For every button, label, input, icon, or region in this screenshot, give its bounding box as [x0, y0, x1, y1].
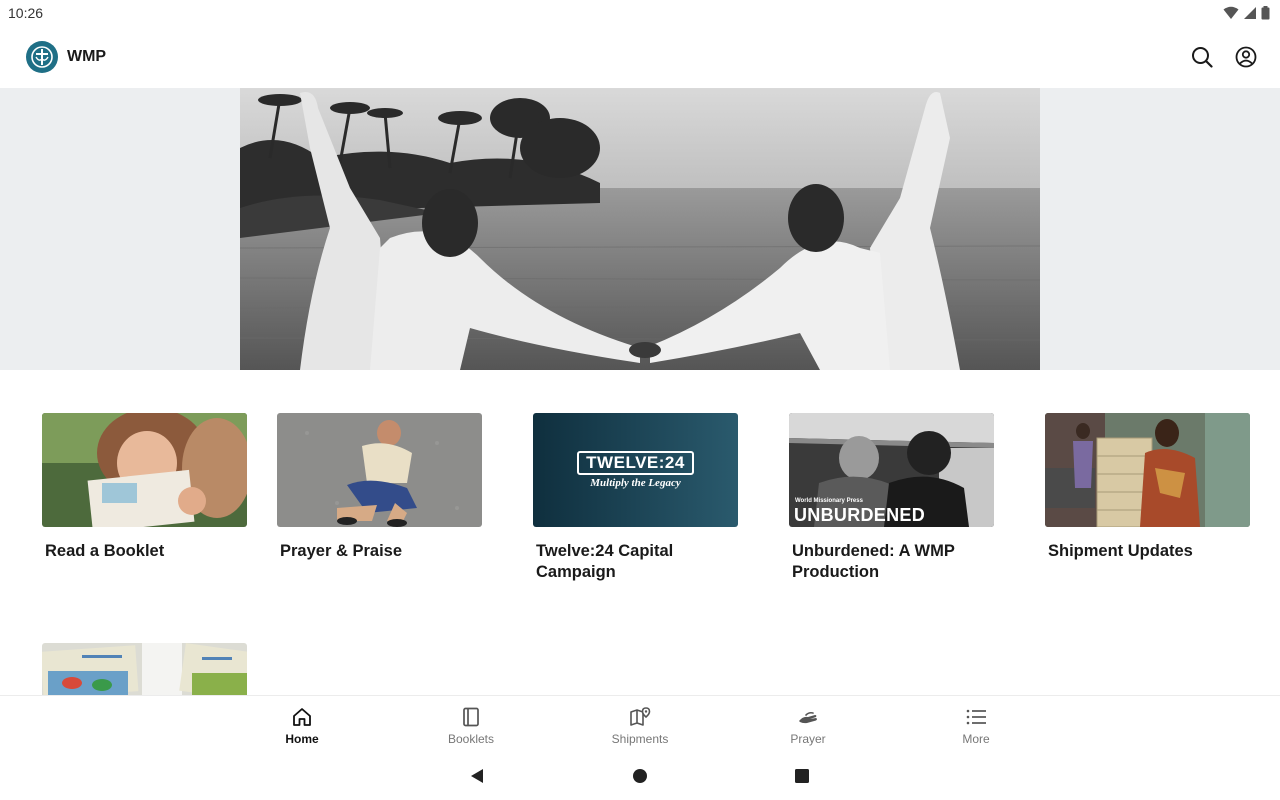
- brand-name: WMP: [67, 48, 107, 65]
- account-button[interactable]: [1234, 45, 1258, 69]
- home-circle-icon: [633, 769, 647, 783]
- prayer-hand-icon: [799, 711, 817, 724]
- nav-more[interactable]: More: [926, 696, 1026, 752]
- system-recents-button[interactable]: [792, 766, 812, 786]
- nav-prayer[interactable]: Prayer: [758, 696, 858, 752]
- bottom-nav: Home Booklets Shipments Prayer More: [0, 695, 1280, 751]
- wifi-icon: [1223, 6, 1239, 19]
- map-pin-icon: [630, 707, 651, 726]
- nav-home[interactable]: Home: [252, 696, 352, 752]
- nav-booklets[interactable]: Booklets: [421, 696, 521, 752]
- twelve24-logo: TWELVE:24: [577, 451, 694, 475]
- nav-label: Shipments: [611, 732, 669, 746]
- unburdened-title: UNBURDENED: [794, 505, 926, 525]
- card-thumbnail: [42, 413, 247, 527]
- home-icon: [293, 708, 311, 726]
- card-title: Shipment Updates: [1048, 542, 1193, 560]
- card-read-booklet[interactable]: Read a Booklet: [42, 413, 247, 562]
- system-back-button[interactable]: [467, 766, 487, 786]
- status-icons: [1223, 6, 1270, 20]
- back-triangle-icon: [471, 769, 483, 783]
- app-bar: WMP: [0, 26, 1280, 88]
- card-prayer-praise[interactable]: Prayer & Praise: [277, 413, 482, 562]
- search-button[interactable]: [1190, 45, 1214, 69]
- status-bar: 10:26: [0, 0, 1280, 26]
- card-title: Read a Booklet: [45, 542, 165, 560]
- wmp-logo-icon: [26, 41, 58, 73]
- card-thumbnail: TWELVE:24 Multiply the Legacy: [533, 413, 738, 527]
- unburdened-subtitle: World Missionary Press: [795, 498, 863, 504]
- card-thumbnail: World Missionary Press UNBURDENED: [789, 413, 994, 527]
- nav-label: Prayer: [790, 732, 826, 746]
- account-icon: [1235, 46, 1257, 68]
- card-unburdened[interactable]: World Missionary Press UNBURDENED Unburd…: [789, 413, 994, 583]
- booklet-icon: [463, 707, 479, 727]
- card-title: Twelve:24 Capital Campaign: [536, 542, 674, 581]
- list-icon: [966, 709, 986, 725]
- card-twelve24[interactable]: TWELVE:24 Multiply the Legacy Twelve:24 …: [533, 413, 738, 583]
- nav-label: Home: [285, 732, 319, 746]
- nav-label: More: [962, 732, 990, 746]
- nav-shipments[interactable]: Shipments: [590, 696, 690, 752]
- card-thumbnail: [42, 643, 247, 695]
- card-title: Unburdened: A WMP Production: [792, 542, 955, 581]
- recents-square-icon: [795, 769, 809, 783]
- nav-label: Booklets: [447, 732, 495, 746]
- card-shipment-updates[interactable]: Shipment Updates: [1045, 413, 1250, 562]
- app-actions: [1190, 45, 1258, 69]
- card-thumbnail: [1045, 413, 1250, 527]
- battery-icon: [1261, 6, 1270, 20]
- hero-band: [0, 88, 1280, 370]
- hero-image[interactable]: [240, 88, 1040, 370]
- card-thumbnail: [277, 413, 482, 527]
- twelve24-tagline: Multiply the Legacy: [590, 477, 681, 489]
- system-home-button[interactable]: [630, 766, 650, 786]
- status-time: 10:26: [8, 5, 44, 21]
- signal-icon: [1244, 7, 1256, 19]
- card-booklets-partial[interactable]: [42, 643, 247, 695]
- brand[interactable]: WMP: [26, 41, 106, 73]
- system-nav-bar: [0, 751, 1280, 800]
- search-icon: [1192, 47, 1213, 68]
- card-title: Prayer & Praise: [280, 542, 403, 560]
